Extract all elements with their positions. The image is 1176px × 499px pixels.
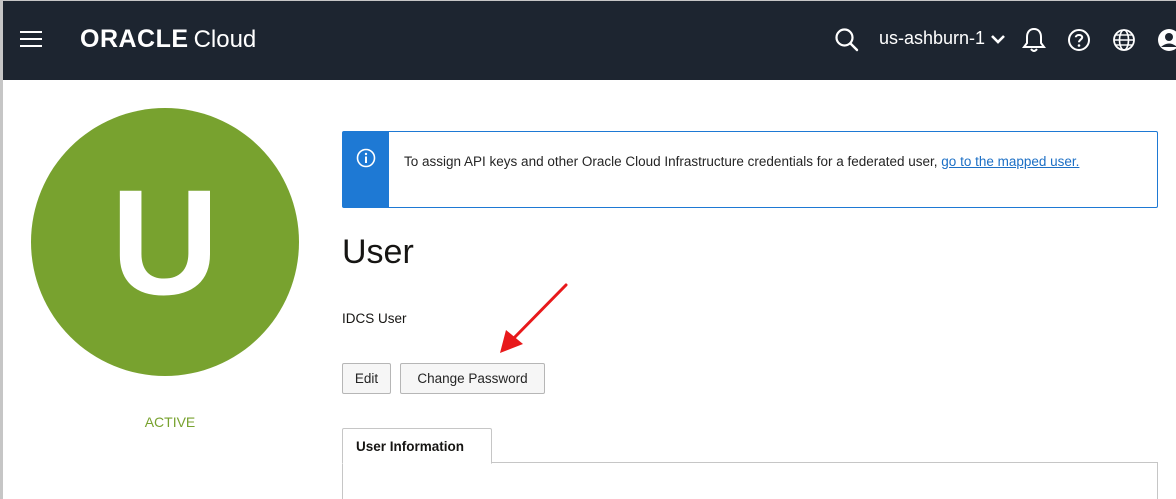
red-arrow-annotation: [500, 283, 568, 353]
chevron-down-icon: [991, 34, 1005, 44]
tab-content-panel: [342, 462, 1158, 499]
brand-primary: ORACLE: [80, 25, 189, 53]
oracle-cloud-logo[interactable]: ORACLE Cloud: [80, 25, 256, 54]
banner-side: [343, 132, 389, 207]
status-label: ACTIVE: [144, 414, 196, 430]
search-icon[interactable]: [834, 27, 860, 53]
banner-message: To assign API keys and other Oracle Clou…: [404, 152, 1124, 172]
change-password-button[interactable]: Change Password: [400, 363, 545, 394]
region-label: us-ashburn-1: [879, 28, 986, 48]
avatar-letter: U: [110, 158, 220, 326]
page-title: User: [342, 233, 414, 271]
user-avatar: U: [31, 108, 299, 376]
help-icon[interactable]: [1067, 28, 1091, 52]
bell-icon[interactable]: [1022, 26, 1046, 54]
top-nav-bar: ORACLE Cloud us-ashburn-1: [0, 0, 1176, 80]
edit-button[interactable]: Edit: [342, 363, 391, 394]
tab-user-information[interactable]: User Information: [342, 428, 492, 464]
brand-secondary: Cloud: [193, 26, 257, 53]
info-icon: [356, 148, 376, 168]
info-banner: To assign API keys and other Oracle Clou…: [342, 131, 1158, 208]
menu-icon[interactable]: [20, 31, 42, 48]
user-type-label: IDCS User: [342, 311, 407, 326]
region-selector[interactable]: us-ashburn-1: [879, 28, 1006, 49]
banner-text: To assign API keys and other Oracle Clou…: [404, 154, 942, 169]
profile-icon[interactable]: [1156, 27, 1176, 53]
globe-icon[interactable]: [1112, 28, 1136, 52]
mapped-user-link[interactable]: go to the mapped user.: [941, 154, 1079, 169]
